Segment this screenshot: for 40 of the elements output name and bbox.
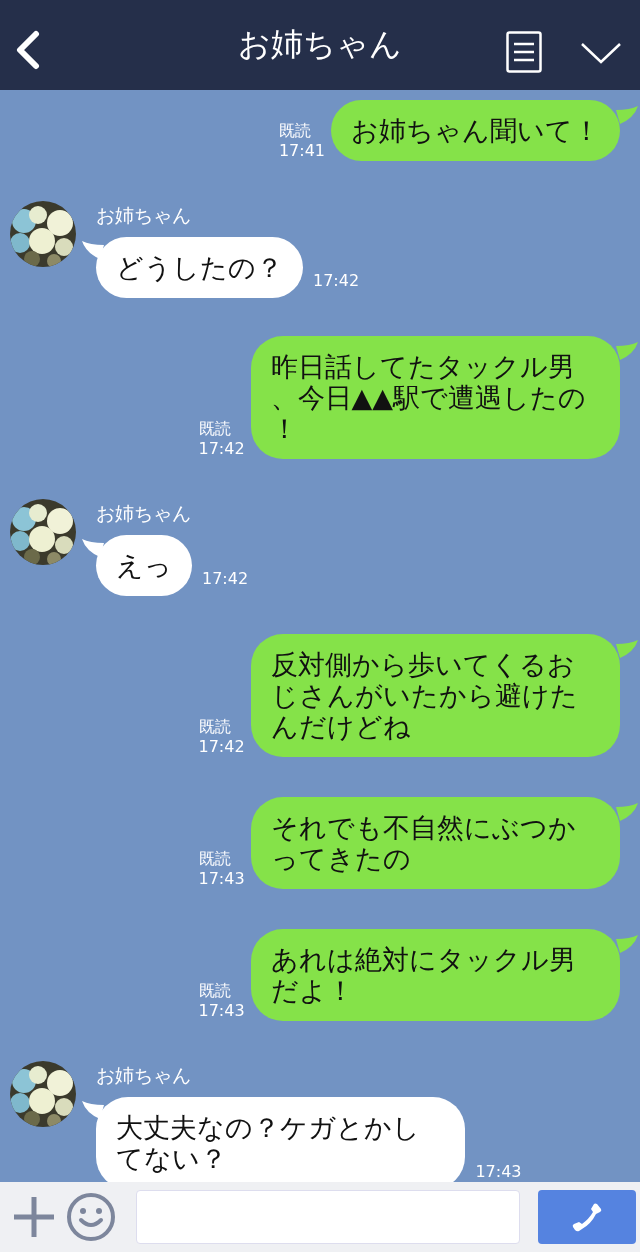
- message-time: 17:42: [313, 271, 360, 290]
- message-bubble: お姉ちゃん聞いて！: [331, 100, 620, 161]
- message-input[interactable]: [136, 1190, 520, 1244]
- bubble-tail: [616, 640, 638, 658]
- message-bubble: 反対側から歩いてくるおじさんがいたから避けたんだけどね: [250, 634, 620, 757]
- message-time: 17:43: [198, 869, 245, 889]
- bubble-tail: [82, 539, 104, 557]
- message-time: 17:42: [198, 439, 245, 459]
- message-time: 17:43: [475, 1162, 522, 1181]
- read-receipt: 既読: [278, 121, 311, 141]
- read-receipt: 既読: [198, 981, 231, 1001]
- smiley-icon[interactable]: [66, 1192, 116, 1242]
- plus-icon[interactable]: [12, 1195, 56, 1239]
- sender-name: お姉ちゃん: [96, 1063, 191, 1088]
- back-icon[interactable]: [14, 30, 42, 70]
- message-time: 17:42: [202, 569, 249, 588]
- message-bubble: えっ: [96, 535, 192, 596]
- sender-name: お姉ちゃん: [96, 203, 191, 228]
- message-bubble: あれは絶対にタックル男だよ！: [250, 929, 620, 1021]
- message-bubble: それでも不自然にぶつかってきたの: [250, 797, 620, 889]
- chevron-down-icon[interactable]: [580, 42, 622, 64]
- bubble-tail: [616, 106, 638, 124]
- message-bubble: 大丈夫なの？ケガとかしてない？: [96, 1097, 466, 1182]
- read-receipt: 既読: [198, 717, 231, 737]
- call-button[interactable]: [538, 1190, 636, 1244]
- bubble-tail: [616, 803, 638, 821]
- message-time: 17:41: [278, 141, 325, 161]
- bubble-tail: [616, 935, 638, 953]
- bubble-tail: [616, 342, 638, 360]
- chat-title: お姉ちゃん: [238, 24, 402, 65]
- sender-name: お姉ちゃん: [96, 501, 191, 526]
- message-time: 17:43: [198, 1001, 245, 1021]
- read-receipt: 既読: [198, 419, 231, 439]
- message-bubble: どうしたの？: [96, 237, 303, 298]
- bubble-tail: [82, 241, 104, 259]
- read-receipt: 既読: [198, 849, 231, 869]
- message-time: 17:42: [198, 737, 245, 757]
- bubble-tail: [82, 1101, 104, 1119]
- message-bubble: 昨日話してたタックル男、今日▲▲駅で遭遇したの！: [250, 336, 620, 459]
- notes-icon[interactable]: [506, 31, 542, 73]
